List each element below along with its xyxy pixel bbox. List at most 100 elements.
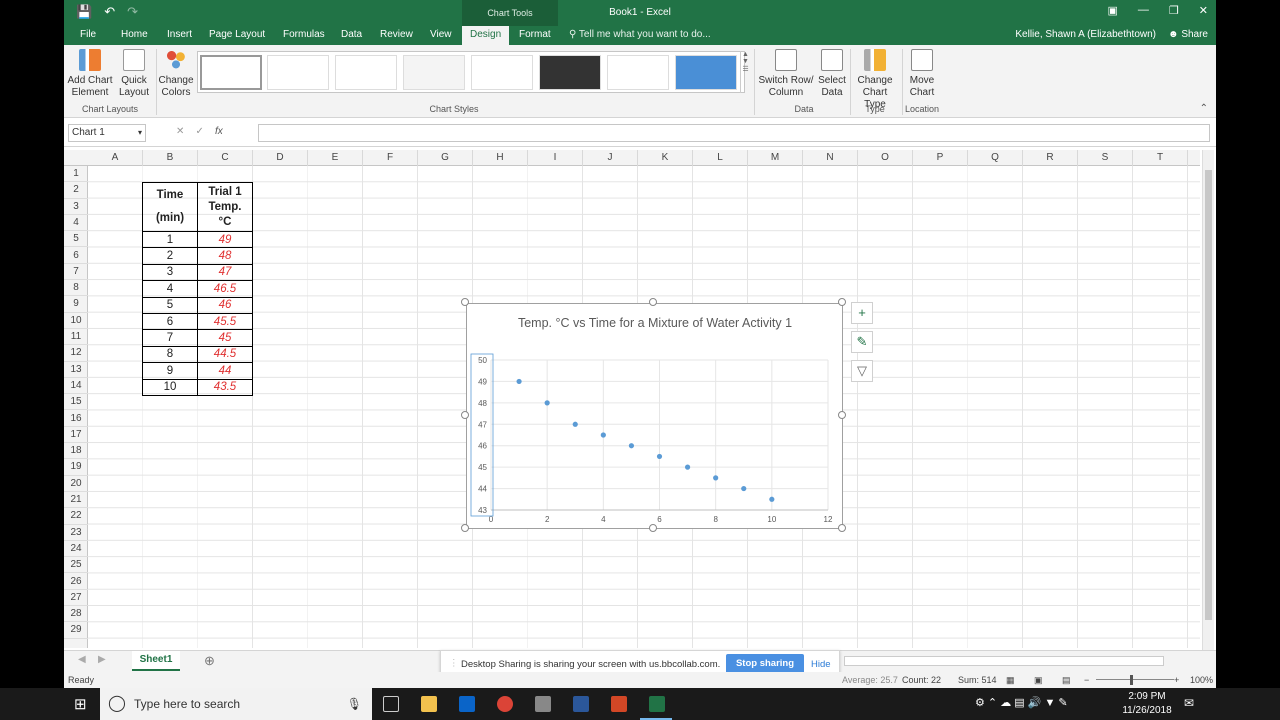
tab-data[interactable]: Data [341,26,362,45]
ribbon-display-icon[interactable]: ▣ [1108,4,1118,17]
chart-style-3[interactable] [335,55,397,90]
resize-handle[interactable] [461,411,469,419]
page-break-view-icon[interactable]: ▤ [1062,672,1071,688]
move-chart-button[interactable]: Move Chart [904,49,940,99]
data-point[interactable] [544,400,550,406]
sheet-tab-sheet1[interactable]: Sheet1 [132,651,180,671]
row-header[interactable]: 18 [64,443,88,460]
resize-handle[interactable] [649,298,657,306]
temp-cell[interactable]: 46.5 [197,280,253,298]
drag-grip-icon[interactable]: ⋮ [449,658,459,669]
chrome-icon[interactable] [497,696,513,712]
data-point[interactable] [769,496,775,502]
row-header[interactable]: 4 [64,215,88,232]
windows-start-icon[interactable]: ⊞ [74,695,87,713]
time-cell[interactable]: 8 [142,345,198,364]
column-header[interactable]: D [253,150,308,166]
time-cell[interactable]: 9 [142,362,198,380]
resize-handle[interactable] [838,524,846,532]
row-header[interactable]: 12 [64,345,88,362]
row-header[interactable]: 8 [64,280,88,297]
resize-handle[interactable] [838,411,846,419]
row-header[interactable]: 11 [64,329,88,346]
add-chart-element-button[interactable]: Add Chart Element [66,49,114,99]
chart-style-4[interactable] [403,55,465,90]
column-header[interactable]: M [748,150,803,166]
row-header[interactable]: 20 [64,476,88,492]
change-chart-type-button[interactable]: Change Chart Type [852,49,898,111]
row-header[interactable]: 29 [64,622,88,639]
name-box[interactable]: Chart 1 ▾ [68,124,146,142]
taskbar-search[interactable]: ◯ Type here to search 🎙 [100,688,372,720]
time-cell[interactable]: 4 [142,280,198,298]
data-point[interactable] [713,475,719,481]
time-cell[interactable]: 6 [142,312,198,331]
row-header[interactable]: 14 [64,378,88,395]
file-explorer-icon[interactable] [421,696,437,712]
outlook-icon[interactable] [459,696,475,712]
tray-icons[interactable]: ⚙ ⌃ ☁ ▤ 🔊 ▼ ✎ [975,696,1068,709]
column-header[interactable]: S [1078,150,1133,166]
row-header[interactable]: 5 [64,231,88,248]
gallery-scroll[interactable]: ▲ ▼ ☰ [740,51,750,93]
chart-style-5[interactable] [471,55,533,90]
temp-cell[interactable]: 44.5 [197,345,253,364]
vertical-scrollbar[interactable] [1202,150,1214,650]
row-header[interactable]: 15 [64,394,88,411]
tab-format[interactable]: Format [519,26,551,45]
normal-view-icon[interactable]: ▦ [1006,672,1015,688]
column-header[interactable]: B [143,150,198,166]
column-header[interactable]: R [1023,150,1078,166]
chart-style-7[interactable] [607,55,669,90]
stop-sharing-button[interactable]: Stop sharing [726,654,804,674]
column-header[interactable]: I [528,150,583,166]
time-cell[interactable]: 3 [142,263,198,282]
tab-file[interactable]: File [80,26,96,45]
temp-cell[interactable]: 45.5 [197,312,253,331]
resize-handle[interactable] [461,298,469,306]
quick-layout-button[interactable]: Quick Layout [116,49,152,99]
row-header[interactable]: 13 [64,362,88,378]
change-colors-button[interactable]: Change Colors [158,49,194,99]
zoom-in-icon[interactable]: + [1174,672,1179,688]
temp-cell[interactable]: 45 [197,329,253,347]
hide-sharing-link[interactable]: Hide [811,659,831,670]
chart-style-6[interactable] [539,55,601,90]
formula-input[interactable] [258,124,1210,142]
column-header[interactable]: O [858,150,913,166]
data-point[interactable] [628,443,635,449]
tab-insert[interactable]: Insert [167,26,192,45]
time-cell[interactable]: 7 [142,329,198,347]
row-header[interactable]: 10 [64,313,88,329]
chart-style-2[interactable] [267,55,329,90]
header-temp[interactable]: Trial 1 Temp. °C [197,182,253,232]
scrollbar-thumb[interactable] [1205,170,1212,620]
row-header[interactable]: 28 [64,606,88,623]
tab-page-layout[interactable]: Page Layout [209,26,265,45]
time-cell[interactable]: 2 [142,247,198,265]
switch-row-column-button[interactable]: Switch Row/ Column [758,49,814,99]
function-icon[interactable]: fx [215,126,223,137]
row-header[interactable]: 9 [64,296,88,313]
time-cell[interactable]: 1 [142,230,198,249]
temp-cell[interactable]: 49 [197,230,253,249]
column-header[interactable]: N [803,150,858,166]
column-header[interactable]: K [638,150,693,166]
zoom-out-icon[interactable]: − [1084,672,1089,688]
row-header[interactable]: 6 [64,248,88,264]
temp-cell[interactable]: 44 [197,362,253,380]
cancel-icon[interactable]: ✕ [176,126,184,137]
column-header[interactable]: F [363,150,418,166]
collapse-ribbon-icon[interactable]: ⌃ [1200,103,1208,114]
chart-styles-brush-icon[interactable]: ✎ [851,331,873,353]
column-header[interactable]: Q [968,150,1023,166]
close-icon[interactable]: ✕ [1199,4,1208,17]
maximize-icon[interactable]: ❐ [1169,4,1179,17]
scatter-plot[interactable]: 43444546474849500 2 4 6 8 10 12 [467,304,844,530]
notifications-icon[interactable]: ✉ [1184,696,1194,710]
zoom-slider[interactable] [1096,679,1174,680]
row-header[interactable]: 17 [64,427,88,444]
time-cell[interactable]: 5 [142,296,198,314]
column-header[interactable]: P [913,150,968,166]
minimize-icon[interactable]: — [1138,4,1149,17]
